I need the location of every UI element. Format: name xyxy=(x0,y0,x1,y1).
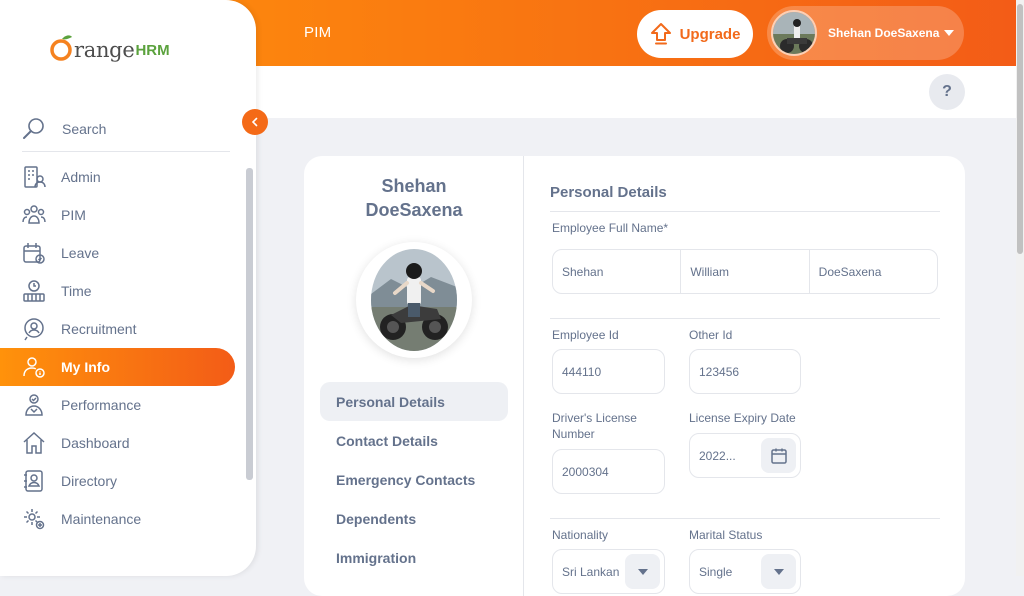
sidebar-item-time[interactable]: Time xyxy=(0,272,245,310)
leave-icon xyxy=(22,241,46,265)
nationality-dropdown-button[interactable] xyxy=(625,554,660,589)
sidebar-item-label: Admin xyxy=(61,169,101,185)
full-name-label: Employee Full Name* xyxy=(552,221,669,235)
sidebar-nav: Admin PIM Leave Time Recruitment My Info… xyxy=(0,158,245,538)
marital-status-value: Single xyxy=(699,564,733,579)
pim-icon xyxy=(22,203,46,227)
marital-dropdown-button[interactable] xyxy=(761,554,796,589)
nationality-value: Sri Lankan xyxy=(562,564,620,579)
employee-first-name: Shehan xyxy=(381,176,447,196)
brand-logo[interactable]: range HRM xyxy=(50,32,170,62)
employee-id-label: Employee Id xyxy=(552,328,619,342)
page-scrollbar-thumb[interactable] xyxy=(1017,4,1023,254)
maintenance-icon xyxy=(22,507,46,531)
sidebar: range HRM Search Admin PIM Leave Time Re… xyxy=(0,0,256,576)
search-icon xyxy=(23,117,44,139)
employee-card: Shehan DoeSaxena Personal Details Contac… xyxy=(304,156,965,596)
tab-dependents[interactable]: Dependents xyxy=(320,499,508,538)
sub-header xyxy=(256,66,1016,118)
profile-tabs: Personal Details Contact Details Emergen… xyxy=(320,382,508,577)
license-label-line-2: Number xyxy=(552,427,595,441)
help-button[interactable]: ? xyxy=(929,74,965,110)
orange-logo-icon xyxy=(50,35,72,61)
divider xyxy=(550,318,940,319)
other-id-input[interactable]: 123456 xyxy=(689,349,801,394)
myinfo-icon xyxy=(22,355,46,379)
divider xyxy=(550,211,940,212)
sidebar-item-my-info[interactable]: My Info xyxy=(0,348,235,386)
sidebar-item-label: My Info xyxy=(61,359,110,375)
chevron-left-icon xyxy=(251,117,258,127)
sidebar-item-leave[interactable]: Leave xyxy=(0,234,245,272)
admin-icon xyxy=(22,165,46,189)
section-title: Personal Details xyxy=(550,184,667,201)
calendar-icon xyxy=(770,448,787,464)
license-number-input[interactable]: 2000304 xyxy=(552,449,665,494)
profile-photo[interactable] xyxy=(356,242,472,358)
sidebar-item-label: Maintenance xyxy=(61,511,142,527)
middle-name-input[interactable]: William xyxy=(681,250,810,293)
sidebar-scrollbar[interactable] xyxy=(246,168,253,480)
time-icon xyxy=(22,279,46,303)
user-name: Shehan DoeSaxena xyxy=(828,26,940,40)
chevron-down-icon xyxy=(773,568,784,575)
sidebar-item-label: Time xyxy=(61,283,92,299)
sidebar-item-label: Dashboard xyxy=(61,435,130,451)
sidebar-item-recruitment[interactable]: Recruitment xyxy=(0,310,245,348)
tab-contact-details[interactable]: Contact Details xyxy=(320,421,508,460)
page-scrollbar[interactable] xyxy=(1016,0,1024,576)
upgrade-button[interactable]: Upgrade xyxy=(637,10,753,58)
sidebar-item-label: Leave xyxy=(61,245,100,261)
first-name-input[interactable]: Shehan xyxy=(553,250,682,293)
license-expiry-input[interactable]: 2022... xyxy=(689,433,801,478)
directory-icon xyxy=(22,469,46,493)
marital-status-label: Marital Status xyxy=(689,528,763,542)
sidebar-item-label: Performance xyxy=(61,397,142,413)
tab-emergency-contacts[interactable]: Emergency Contacts xyxy=(320,460,508,499)
dashboard-icon xyxy=(22,431,46,455)
chevron-down-icon xyxy=(637,568,648,575)
sidebar-item-label: Recruitment xyxy=(61,321,137,337)
sidebar-item-pim[interactable]: PIM xyxy=(0,196,245,234)
sidebar-item-directory[interactable]: Directory xyxy=(0,462,245,500)
nationality-label: Nationality xyxy=(552,528,609,542)
sidebar-item-admin[interactable]: Admin xyxy=(0,158,245,196)
performance-icon xyxy=(22,393,46,417)
profile-photo-image xyxy=(371,249,457,351)
full-name-group: Shehan William DoeSaxena xyxy=(552,249,938,294)
sidebar-item-performance[interactable]: Performance xyxy=(0,386,245,424)
license-expiry-label: License Expiry Date xyxy=(689,411,796,425)
license-expiry-value: 2022... xyxy=(699,448,736,463)
recruitment-icon xyxy=(22,317,46,341)
tab-personal-details[interactable]: Personal Details xyxy=(320,382,508,421)
sidebar-collapse-button[interactable] xyxy=(242,109,268,135)
user-menu[interactable]: Shehan DoeSaxena xyxy=(767,6,964,60)
chevron-down-icon xyxy=(944,30,955,36)
license-label-line-1: Driver's License xyxy=(552,411,637,425)
other-id-label: Other Id xyxy=(689,328,733,342)
last-name-input[interactable]: DoeSaxena xyxy=(810,250,937,293)
sidebar-item-label: Directory xyxy=(61,473,118,489)
search-input[interactable]: Search xyxy=(22,106,230,152)
avatar[interactable] xyxy=(771,10,817,56)
sidebar-item-label: PIM xyxy=(61,207,86,223)
profile-panel: Shehan DoeSaxena Personal Details Contac… xyxy=(304,156,524,596)
license-number-label: Driver's License Number xyxy=(552,410,637,442)
nationality-select[interactable]: Sri Lankan xyxy=(552,549,665,594)
search-label: Search xyxy=(62,120,107,137)
brand-text: range xyxy=(74,38,135,62)
employee-id-input[interactable]: 444110 xyxy=(552,349,665,394)
upgrade-icon xyxy=(650,23,671,45)
sidebar-item-dashboard[interactable]: Dashboard xyxy=(0,424,245,462)
upgrade-label: Upgrade xyxy=(679,25,741,43)
employee-last-name: DoeSaxena xyxy=(365,200,463,220)
employee-name: Shehan DoeSaxena xyxy=(304,174,524,222)
brand-hrm: HRM xyxy=(135,42,170,59)
divider xyxy=(550,518,940,519)
tab-immigration[interactable]: Immigration xyxy=(320,538,508,577)
module-title: PIM xyxy=(304,24,332,41)
calendar-button[interactable] xyxy=(761,438,796,473)
marital-status-select[interactable]: Single xyxy=(689,549,801,594)
sidebar-item-maintenance[interactable]: Maintenance xyxy=(0,500,245,538)
